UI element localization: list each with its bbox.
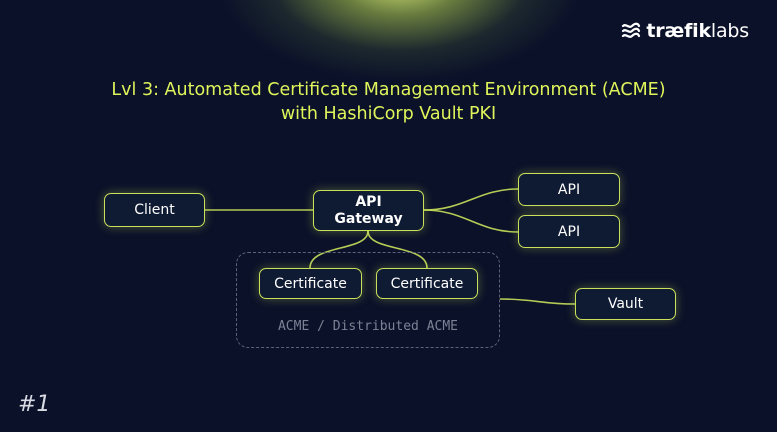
gateway-label-line-2: Gateway [334,210,403,227]
gateway-label-line-1: API [355,193,382,210]
slide-number: #1 [18,392,51,417]
certificate-node-right[interactable]: Certificate [376,268,478,299]
acme-group-label: ACME / Distributed ACME [277,319,458,334]
cert-left-label: Certificate [274,275,347,292]
vault-label: Vault [607,296,644,312]
api-node-bottom[interactable]: API [518,215,620,248]
api-top-label: API [557,181,581,198]
api-node-top[interactable]: API [518,173,620,206]
certificate-node-left[interactable]: Certificate [259,268,362,299]
api-gateway-node[interactable]: API Gateway [313,190,424,231]
cert-right-label: Certificate [390,275,464,292]
client-label: Client [134,202,175,218]
wire-acme-vault [499,298,576,305]
client-node[interactable]: Client [104,193,205,227]
api-bottom-label: API [557,223,581,240]
wire-gateway-api-bottom [423,209,519,233]
wire-gateway-api-top [423,188,519,211]
vault-node[interactable]: Vault [575,288,676,320]
